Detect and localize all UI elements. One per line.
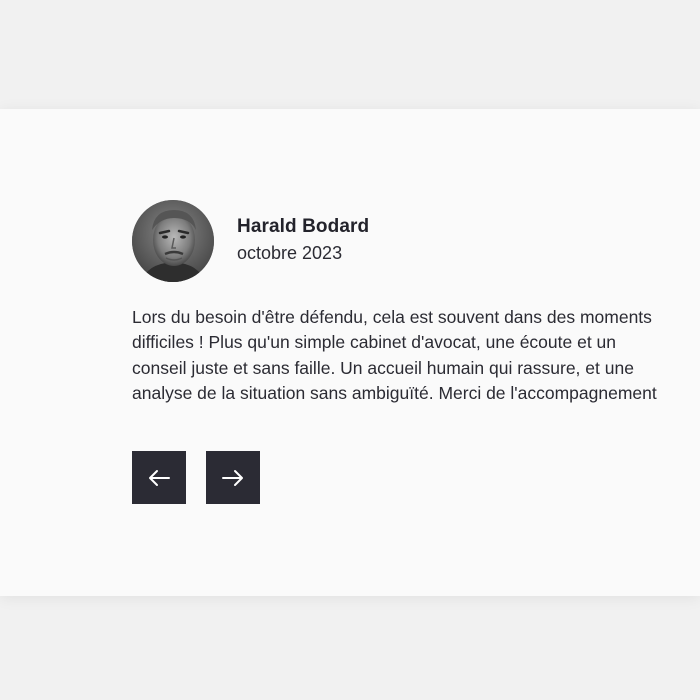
testimonial-text-line: conseil juste et sans faille. Un accueil… <box>132 357 634 378</box>
testimonial-author: Harald Bodard octobre 2023 <box>132 200 369 282</box>
testimonial-text-line: analyse de la situation sans ambiguïté. … <box>132 382 657 403</box>
testimonial-card: Harald Bodard octobre 2023 Lors du besoi… <box>0 109 700 596</box>
author-name: Harald Bodard <box>237 216 370 237</box>
testimonial-text-line: difficiles ! Plus qu'un simple cabinet d… <box>132 332 617 353</box>
testimonial-navigation <box>132 451 260 504</box>
author-meta: Harald Bodard octobre 2023 <box>237 214 369 266</box>
testimonial-text: Lors du besoin d'être défendu, cela est … <box>132 305 700 406</box>
arrow-right-icon <box>222 469 243 486</box>
next-button[interactable] <box>206 451 260 504</box>
arrow-left-icon <box>149 469 170 486</box>
testimonial-text-line: Lors du besoin d'être défendu, cela est … <box>132 307 652 327</box>
avatar-photo-icon <box>132 200 214 282</box>
avatar <box>132 200 214 282</box>
previous-button[interactable] <box>132 451 186 504</box>
page: Harald Bodard octobre 2023 Lors du besoi… <box>0 0 700 700</box>
testimonial-date: octobre 2023 <box>237 243 343 263</box>
